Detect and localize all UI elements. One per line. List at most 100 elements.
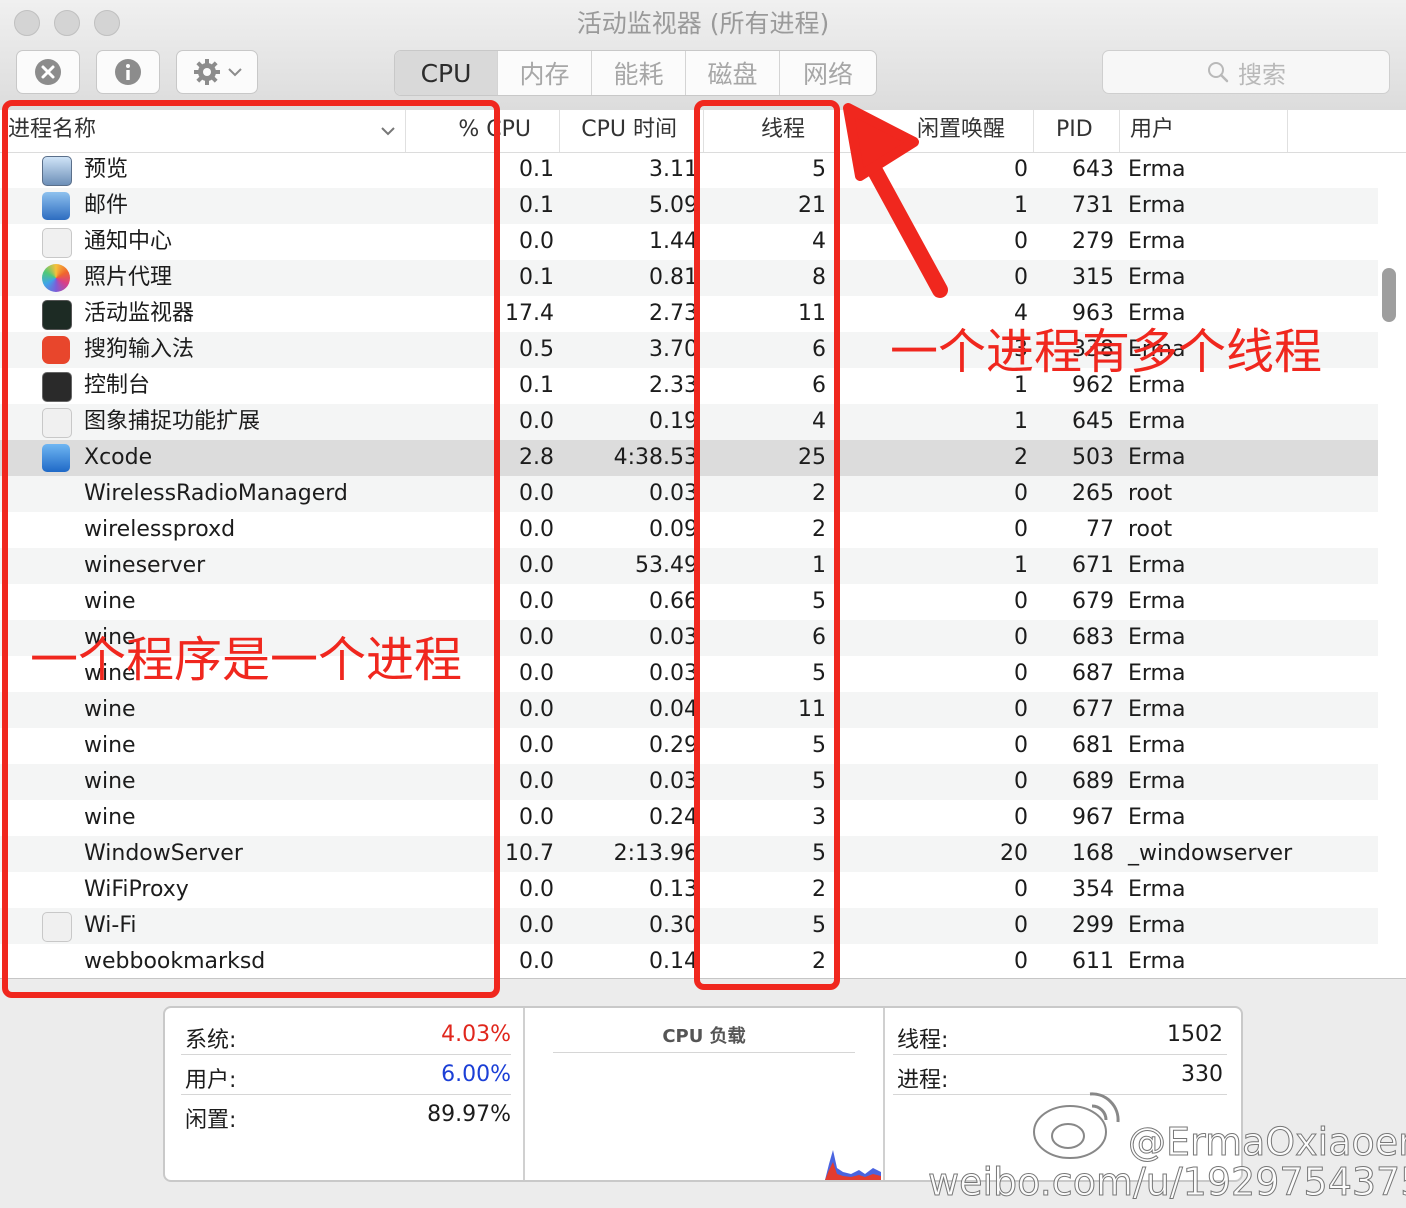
cpu-time-cell: 2.33 (649, 373, 698, 398)
idle-wake-cell: 0 (1014, 877, 1028, 902)
pid-cell: 679 (1072, 589, 1114, 614)
user-label: 用户: (185, 1068, 237, 1093)
panel-divider-2 (883, 1008, 885, 1180)
pid-cell: 611 (1072, 949, 1114, 974)
column-header-user[interactable]: 用户 (1120, 110, 1288, 152)
user-value: 6.00% (441, 1062, 511, 1087)
quit-process-button[interactable] (16, 50, 80, 94)
pid-cell: 689 (1072, 769, 1114, 794)
search-icon (1208, 62, 1229, 83)
pid-cell: 683 (1072, 625, 1114, 650)
annotation-arrow-icon (843, 103, 948, 298)
processes-value: 330 (1181, 1062, 1223, 1087)
idle-wake-cell: 0 (1014, 913, 1028, 938)
tab-energy[interactable]: 能耗 (592, 51, 686, 95)
pid-cell: 967 (1072, 805, 1114, 830)
idle-label: 闲置: (185, 1108, 237, 1133)
gear-icon (194, 59, 220, 85)
user-cell: Erma (1128, 913, 1186, 938)
column-header-cpu-time[interactable]: CPU 时间 (560, 110, 704, 152)
watermark-url: weibo.com/u/1929754375 (927, 1160, 1406, 1205)
cpu-load-title: CPU 负载 (662, 1026, 746, 1047)
weibo-logo-icon (1033, 1092, 1120, 1159)
system-value: 4.03% (441, 1022, 511, 1047)
idle-wake-cell: 0 (1014, 517, 1028, 542)
user-cell: root (1128, 517, 1173, 542)
pid-cell: 299 (1072, 913, 1114, 938)
user-cell: Erma (1128, 265, 1186, 290)
cpu-time-cell: 53.49 (635, 553, 698, 578)
chevron-down-icon (228, 68, 242, 77)
cpu-time-cell: 3.70 (649, 337, 698, 362)
user-cell: root (1128, 481, 1173, 506)
idle-wake-cell: 1 (1014, 409, 1028, 434)
tab-disk[interactable]: 磁盘 (686, 51, 780, 95)
processes-label: 进程: (897, 1068, 949, 1093)
cpu-time-cell: 0.14 (649, 949, 698, 974)
annotation-process-name-box (2, 100, 500, 998)
idle-wake-cell: 0 (1014, 949, 1028, 974)
pid-cell: 77 (1086, 517, 1114, 542)
vertical-scrollbar[interactable] (1382, 268, 1396, 322)
inspect-process-button[interactable] (96, 50, 160, 94)
pid-cell: 671 (1072, 553, 1114, 578)
annotation-threads-box (694, 100, 840, 990)
window-titlebar: 活动监视器 (所有进程) CPU 内存 能耗 磁盘 网络 搜索 (0, 0, 1406, 111)
threads-value: 1502 (1167, 1022, 1223, 1047)
pid-cell: 503 (1072, 445, 1114, 470)
tab-memory[interactable]: 内存 (498, 51, 592, 95)
cpu-load-graph (825, 1150, 881, 1180)
user-cell: Erma (1128, 877, 1186, 902)
idle-wake-cell: 0 (1014, 697, 1028, 722)
idle-wake-cell: 1 (1014, 553, 1028, 578)
action-menu-button[interactable] (176, 50, 258, 94)
user-cell: Erma (1128, 805, 1186, 830)
cpu-time-cell: 0.24 (649, 805, 698, 830)
idle-wake-cell: 0 (1014, 805, 1028, 830)
cpu-time-cell: 0.66 (649, 589, 698, 614)
info-icon (115, 59, 141, 85)
user-cell: Erma (1128, 445, 1186, 470)
x-circle-icon (35, 59, 61, 85)
pid-cell: 687 (1072, 661, 1114, 686)
cpu-time-cell: 0.30 (649, 913, 698, 938)
pid-cell: 677 (1072, 697, 1114, 722)
threads-label: 线程: (897, 1028, 949, 1053)
tab-network[interactable]: 网络 (780, 51, 876, 95)
search-placeholder: 搜索 (1238, 60, 1286, 89)
user-cell: Erma (1128, 733, 1186, 758)
pid-cell: 643 (1072, 157, 1114, 182)
user-cell: Erma (1128, 661, 1186, 686)
user-cell: Erma (1128, 949, 1186, 974)
user-cell: Erma (1128, 157, 1186, 182)
annotation-program-is-process: 一个程序是一个进程 (30, 632, 463, 688)
category-tabs: CPU 内存 能耗 磁盘 网络 (394, 50, 877, 96)
user-cell: _windowserver (1128, 841, 1293, 866)
idle-wake-cell: 0 (1014, 661, 1028, 686)
idle-wake-cell: 0 (1014, 733, 1028, 758)
pid-cell: 315 (1072, 265, 1114, 290)
tab-cpu[interactable]: CPU (395, 51, 498, 95)
user-cell: Erma (1128, 625, 1186, 650)
pid-cell: 168 (1072, 841, 1114, 866)
cpu-time-cell: 0.09 (649, 517, 698, 542)
cpu-time-cell: 3.11 (649, 157, 698, 182)
column-header-pid[interactable]: PID (1034, 110, 1120, 152)
cpu-time-cell: 0.29 (649, 733, 698, 758)
pid-cell: 681 (1072, 733, 1114, 758)
idle-wake-cell: 0 (1014, 481, 1028, 506)
idle-wake-cell: 0 (1014, 589, 1028, 614)
pid-cell: 279 (1072, 229, 1114, 254)
idle-wake-cell: 0 (1014, 769, 1028, 794)
cpu-time-cell: 0.03 (649, 661, 698, 686)
user-cell: Erma (1128, 193, 1186, 218)
idle-wake-cell: 20 (1000, 841, 1028, 866)
user-cell: Erma (1128, 589, 1186, 614)
cpu-time-cell: 4:38.53 (613, 445, 698, 470)
idle-wake-cell: 2 (1014, 445, 1028, 470)
user-cell: Erma (1128, 697, 1186, 722)
search-field[interactable]: 搜索 (1102, 50, 1390, 94)
watermark-handle: @ErmaOxiaoer (1128, 1120, 1406, 1165)
idle-value: 89.97% (427, 1102, 511, 1127)
cpu-time-cell: 0.03 (649, 625, 698, 650)
